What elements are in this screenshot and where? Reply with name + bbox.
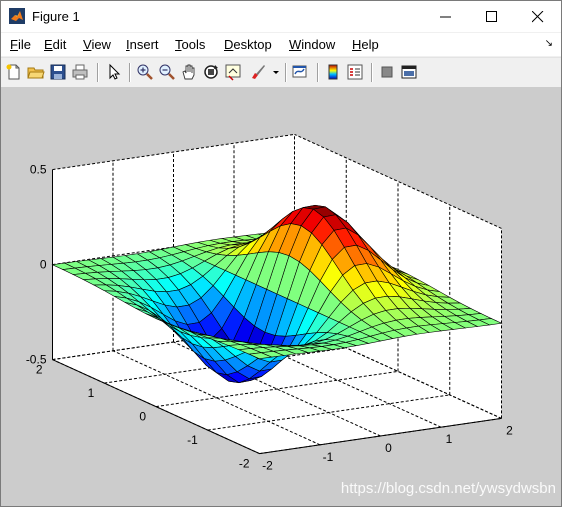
z-tick-label: 0.5 <box>30 163 47 177</box>
z-tick-label: -0.5 <box>26 353 47 367</box>
menu-insert[interactable]: Insert <box>126 37 159 52</box>
data-cursor-icon[interactable] <box>224 63 242 81</box>
menu-file[interactable]: File <box>10 37 31 52</box>
y-tick-label: -2 <box>239 457 250 471</box>
maximize-icon <box>486 11 497 22</box>
toolbar-separator <box>129 63 131 82</box>
surface-plot-axes[interactable]: -2-1012-2-1012-0.500.5 https://blog.csdn… <box>1 87 561 506</box>
toolbar-separator <box>317 63 319 82</box>
x-tick-label: -2 <box>262 459 273 473</box>
brush-icon[interactable] <box>249 63 267 81</box>
toolbar-separator <box>285 63 287 82</box>
legend-icon[interactable] <box>346 63 364 81</box>
x-tick-label: -1 <box>323 450 334 464</box>
matlab-logo-icon <box>9 8 25 24</box>
x-tick-label: 1 <box>446 432 453 446</box>
toolbar-separator <box>371 63 373 82</box>
minimize-icon <box>440 16 451 18</box>
figure-canvas[interactable]: -2 -1 0 1 2 -2 -1 0 1 2 -0.5 0 0.5 https://blog.csdn… <box>1 87 561 506</box>
window-title: Figure 1 <box>32 9 80 24</box>
dock-arrow-icon[interactable]: ↘ <box>545 38 553 49</box>
colorbar-icon[interactable] <box>324 63 342 81</box>
show-plot-tools-icon[interactable] <box>400 63 418 81</box>
title-bar: Figure 1 <box>1 1 561 32</box>
watermark-text: https://blog.csdn.net/ywsydwsbn <box>341 480 556 497</box>
brush-dropdown-icon[interactable] <box>267 63 279 81</box>
menu-window[interactable]: Window <box>289 37 335 52</box>
pan-hand-icon[interactable] <box>180 63 198 81</box>
figure-window: Figure 1 File Edit View Insert Tools Des… <box>0 0 562 507</box>
rotate-3d-icon[interactable] <box>202 63 220 81</box>
menu-tools[interactable]: Tools <box>175 37 205 52</box>
print-icon[interactable] <box>71 63 89 81</box>
close-button[interactable] <box>515 1 561 32</box>
edit-plot-arrow-icon[interactable] <box>105 63 123 81</box>
figure-toolbar <box>1 57 561 88</box>
save-icon[interactable] <box>49 63 67 81</box>
menu-view[interactable]: View <box>83 37 111 52</box>
x-tick-label: 2 <box>506 423 513 437</box>
new-figure-icon[interactable] <box>5 63 23 81</box>
minimize-button[interactable] <box>423 1 469 32</box>
y-tick-label: 0 <box>139 410 146 424</box>
toolbar-separator <box>97 63 99 82</box>
x-tick-label: 0 <box>385 441 392 455</box>
open-file-icon[interactable] <box>27 63 45 81</box>
z-tick-label: 0 <box>40 258 47 272</box>
zoom-in-icon[interactable] <box>136 63 154 81</box>
y-tick-label: -1 <box>187 433 198 447</box>
menu-bar: File Edit View Insert Tools Desktop Wind… <box>1 33 561 56</box>
close-icon <box>532 11 544 23</box>
hide-plot-tools-icon[interactable] <box>378 63 396 81</box>
zoom-out-icon[interactable] <box>158 63 176 81</box>
menu-edit[interactable]: Edit <box>44 37 66 52</box>
link-plot-icon[interactable] <box>291 63 309 81</box>
menu-desktop[interactable]: Desktop <box>224 37 272 52</box>
maximize-button[interactable] <box>469 1 515 32</box>
menu-help[interactable]: Help <box>352 37 379 52</box>
y-tick-label: 1 <box>88 386 95 400</box>
